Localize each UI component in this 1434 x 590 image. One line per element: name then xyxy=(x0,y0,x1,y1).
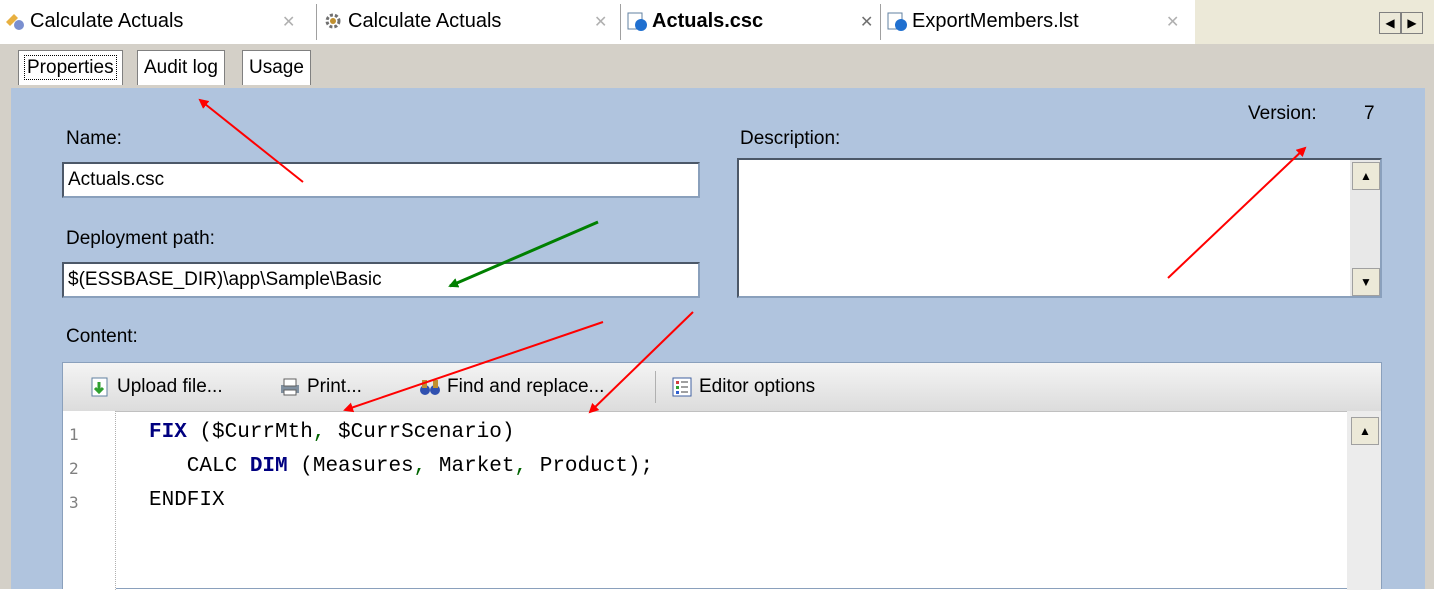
close-icon[interactable]: ✕ xyxy=(282,12,295,32)
code-token: CALC xyxy=(149,455,250,478)
binoculars-icon xyxy=(419,376,441,398)
code-token: , xyxy=(514,455,528,478)
scroll-tabs-right-icon[interactable]: ▶ xyxy=(1401,12,1423,34)
description-field[interactable]: ▲ ▼ xyxy=(737,158,1382,298)
code-token: FIX xyxy=(149,421,187,444)
close-icon[interactable]: ✕ xyxy=(860,12,873,32)
content-editor: Upload file... Print... Find and replace… xyxy=(62,362,1382,590)
code-token: Product); xyxy=(527,455,654,478)
code-token: DIM xyxy=(249,455,288,478)
code-token: ENDFIX xyxy=(149,489,225,512)
code-scrollbar[interactable]: ▲ xyxy=(1347,411,1381,590)
doc-tab-exportmembers-lst[interactable]: ExportMembers.lst ✕ xyxy=(886,6,1179,36)
tab-properties[interactable]: Properties xyxy=(18,50,123,85)
options-list-icon xyxy=(671,376,693,398)
tab-audit-log[interactable]: Audit log xyxy=(137,50,225,85)
properties-tab-strip: Properties Audit log Usage xyxy=(0,44,1434,92)
scroll-up-icon[interactable]: ▲ xyxy=(1351,417,1379,445)
tab-strip-background: ◀ ▶ xyxy=(1195,0,1434,44)
document-tab-strip: Calculate Actuals ✕ Calculate Actuals ✕ … xyxy=(0,0,1434,44)
editor-options-button[interactable]: Editor options xyxy=(671,373,815,401)
name-field[interactable]: Actuals.csc xyxy=(62,162,700,198)
toolbar-separator xyxy=(655,371,656,403)
doc-tab-actuals-csc[interactable]: Actuals.csc ✕ xyxy=(626,6,873,36)
code-token: ($CurrMth xyxy=(186,421,313,444)
printer-icon xyxy=(279,376,301,398)
deployment-path-field[interactable]: $(ESSBASE_DIR)\app\Sample\Basic xyxy=(62,262,700,298)
upload-icon xyxy=(89,376,111,398)
content-label: Content: xyxy=(66,326,138,347)
deployment-path-label: Deployment path: xyxy=(66,228,215,249)
close-icon[interactable]: ✕ xyxy=(1166,12,1179,32)
tab-divider xyxy=(316,4,317,40)
upload-file-button[interactable]: Upload file... xyxy=(89,373,223,401)
code-token: , xyxy=(413,455,427,478)
close-icon[interactable]: ✕ xyxy=(594,12,607,32)
code-line: ENDFIX xyxy=(149,489,225,512)
code-token: , xyxy=(312,421,326,444)
code-line: FIX ($CurrMth, $CurrScenario) xyxy=(149,421,514,444)
tab-usage[interactable]: Usage xyxy=(242,50,311,85)
description-label: Description: xyxy=(740,128,841,149)
code-token: Market xyxy=(426,455,515,478)
rules-icon xyxy=(4,10,26,32)
code-token: $CurrScenario) xyxy=(325,421,515,444)
tab-divider xyxy=(880,4,881,40)
code-text-area[interactable]: FIX ($CurrMth, $CurrScenario) CALC DIM (… xyxy=(63,411,1347,590)
version-label: Version: xyxy=(1248,103,1317,124)
panel-border xyxy=(1425,88,1434,589)
scroll-up-icon[interactable]: ▲ xyxy=(1352,162,1380,190)
code-line: CALC DIM (Measures, Market, Product); xyxy=(149,455,653,478)
name-label: Name: xyxy=(66,128,122,149)
version-value: 7 xyxy=(1364,103,1375,124)
gear-icon xyxy=(322,10,344,32)
file-icon xyxy=(886,10,908,32)
editor-toolbar: Upload file... Print... Find and replace… xyxy=(63,363,1381,412)
doc-tab-calculate-actuals-gear[interactable]: Calculate Actuals ✕ xyxy=(322,6,607,36)
description-scrollbar[interactable]: ▲ ▼ xyxy=(1350,160,1380,296)
calc-script-icon xyxy=(626,10,648,32)
print-button[interactable]: Print... xyxy=(279,373,362,401)
code-token: (Measures xyxy=(287,455,414,478)
doc-tab-calculate-actuals-rule[interactable]: Calculate Actuals ✕ xyxy=(4,6,295,36)
scroll-down-icon[interactable]: ▼ xyxy=(1352,268,1380,296)
panel-border xyxy=(0,88,11,589)
scroll-tabs-left-icon[interactable]: ◀ xyxy=(1379,12,1401,34)
tab-divider xyxy=(620,4,621,40)
find-and-replace-button[interactable]: Find and replace... xyxy=(419,373,604,401)
